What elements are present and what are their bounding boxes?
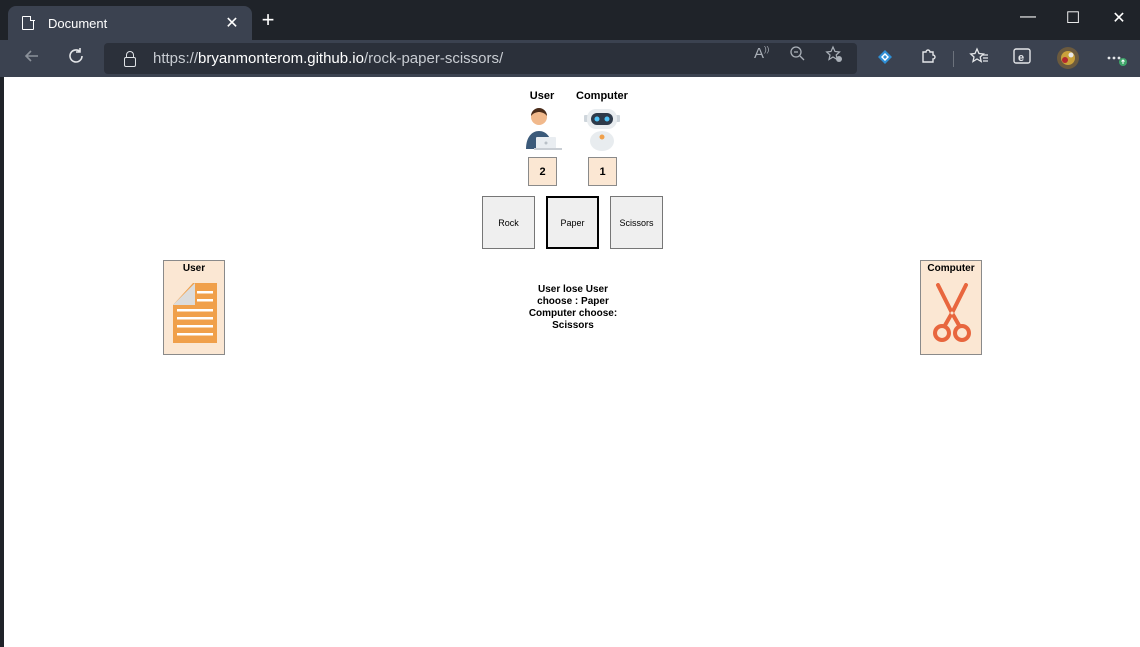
user-header: User bbox=[529, 90, 555, 102]
close-window-button[interactable]: ✕ bbox=[1099, 8, 1139, 28]
toolbar-divider bbox=[953, 51, 954, 67]
result-message: User lose User choose : Paper Computer c… bbox=[528, 284, 618, 331]
computer-score: 1 bbox=[588, 157, 617, 186]
computer-header: Computer bbox=[576, 90, 628, 102]
read-aloud-icon[interactable]: A)) bbox=[754, 45, 769, 62]
address-bar[interactable]: https:// bryanmonterom.github.io /rock-p… bbox=[104, 43, 857, 74]
browser-titlebar: Document ✕ + — ☐ ✕ bbox=[0, 0, 1140, 40]
url-scheme: https:// bbox=[153, 50, 199, 67]
computer-robot-icon bbox=[582, 105, 622, 151]
favorites-icon[interactable] bbox=[966, 46, 992, 72]
tab-title: Document bbox=[48, 15, 108, 31]
user-avatar-icon bbox=[522, 105, 562, 151]
user-score: 2 bbox=[528, 157, 557, 186]
more-options-icon[interactable] bbox=[1103, 46, 1129, 72]
paper-button[interactable]: Paper bbox=[546, 196, 599, 249]
rock-button[interactable]: Rock bbox=[482, 196, 535, 249]
user-choice-card: User bbox=[163, 260, 225, 355]
user-card-title: User bbox=[182, 263, 206, 274]
computer-choice-card: Computer bbox=[920, 260, 982, 355]
zoom-out-icon[interactable] bbox=[789, 45, 805, 65]
back-icon[interactable] bbox=[19, 46, 45, 72]
lock-icon[interactable] bbox=[124, 50, 136, 67]
profile-avatar[interactable] bbox=[1055, 46, 1081, 72]
ie-mode-icon[interactable]: e bbox=[1009, 46, 1035, 72]
add-favorite-icon[interactable] bbox=[825, 45, 843, 67]
url-host: bryanmonterom.github.io bbox=[198, 50, 364, 67]
url-path: /rock-paper-scissors/ bbox=[363, 50, 504, 67]
browser-tab[interactable]: Document ✕ bbox=[8, 6, 252, 40]
minimize-button[interactable]: — bbox=[1008, 8, 1048, 26]
computer-card-title: Computer bbox=[927, 263, 975, 274]
maximize-button[interactable]: ☐ bbox=[1053, 8, 1093, 28]
scissors-icon bbox=[930, 283, 974, 348]
document-icon bbox=[22, 15, 35, 30]
svg-text:e: e bbox=[1018, 52, 1024, 64]
new-tab-button[interactable]: + bbox=[256, 9, 280, 33]
extensions-puzzle-icon[interactable] bbox=[916, 46, 942, 72]
tab-close-button[interactable]: ✕ bbox=[222, 13, 242, 33]
refresh-icon[interactable] bbox=[63, 46, 89, 72]
paper-icon bbox=[173, 283, 217, 348]
page-content: User Computer 2 1 Rock Paper Scissors Us… bbox=[4, 77, 1140, 647]
browser-toolbar: https:// bryanmonterom.github.io /rock-p… bbox=[0, 40, 1140, 77]
scissors-button[interactable]: Scissors bbox=[610, 196, 663, 249]
extension-diamond-icon[interactable] bbox=[872, 46, 898, 72]
